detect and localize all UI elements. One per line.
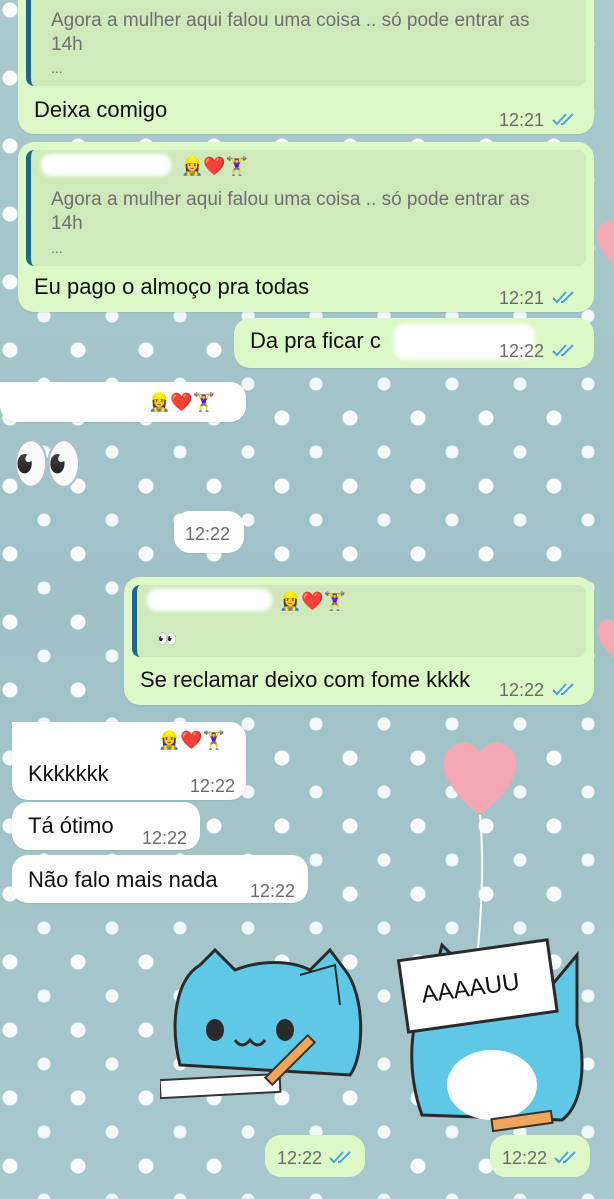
read-receipt-icon (552, 344, 574, 357)
sender-emojis: 👷‍♀️❤️🏋️‍♀️ (158, 730, 226, 750)
quoted-message[interactable]: Agora a mulher aqui falou uma coisa .. s… (26, 0, 586, 86)
outgoing-message[interactable]: 👷‍♀️❤️🏋️‍♀️ Agora a mulher aqui falou um… (18, 142, 594, 312)
read-receipt-icon (329, 1151, 351, 1164)
read-receipt-icon (552, 291, 574, 304)
quoted-text-more: ... (51, 240, 63, 256)
outgoing-message[interactable]: Da pra ficar c 12:22 (234, 318, 594, 368)
emoji-message-time: 12:22 (174, 511, 244, 553)
heart-balloon-decoration (597, 619, 614, 658)
blue-cat-sticker-holding-sign[interactable]: AAAAUU (392, 935, 592, 1135)
message-time: 12:22 (498, 341, 544, 361)
message-time: 12:22 (185, 524, 231, 544)
sticker-time: 12:22 (265, 1135, 365, 1177)
message-text: Kkkkkkk (28, 761, 109, 786)
quoted-text-line: 14h (51, 213, 83, 234)
redacted-contact-name (147, 589, 272, 611)
message-time: 12:22 (250, 881, 296, 901)
quoted-text-line: Agora a mulher aqui falou uma coisa .. s… (51, 10, 530, 31)
quoted-author-emojis: 👷‍♀️❤️🏋️‍♀️ (181, 156, 249, 176)
eyes-emoji-message[interactable]: 👀 (10, 428, 85, 499)
read-receipt-icon (552, 113, 574, 126)
incoming-message[interactable]: 👷‍♀️❤️🏋️‍♀️ Kkkkkkk 12:22 (12, 722, 246, 800)
message-text: Tá ótimo (28, 813, 114, 838)
message-time: 12:21 (498, 110, 544, 130)
redacted-contact-name (18, 730, 158, 752)
sticker-time: 12:22 (490, 1135, 590, 1177)
message-time: 12:21 (498, 288, 544, 308)
message-time: 12:22 (142, 828, 188, 848)
quoted-text-more: ... (51, 60, 63, 76)
heart-balloon-decoration (443, 742, 517, 949)
message-text: Deixa comigo (34, 97, 168, 122)
quoted-message[interactable]: 👷‍♀️❤️🏋️‍♀️ Agora a mulher aqui falou um… (26, 150, 586, 266)
message-text: Se reclamar deixo com fome kkkk (140, 667, 471, 692)
read-receipt-icon (554, 1151, 576, 1164)
read-receipt-icon (552, 683, 574, 696)
message-time: 12:22 (498, 680, 544, 700)
message-time: 12:22 (190, 776, 236, 796)
outgoing-message[interactable]: 👷‍♀️❤️🏋️‍♀️ 👀 Se reclamar deixo com fome… (124, 577, 594, 705)
message-time: 12:22 (277, 1148, 323, 1168)
message-text: Da pra ficar c (250, 328, 381, 353)
message-text: Não falo mais nada (28, 867, 218, 892)
incoming-message[interactable]: Tá ótimo 12:22 (12, 802, 200, 850)
quoted-text-emoji: 👀 (157, 631, 177, 648)
quoted-text-line: Agora a mulher aqui falou uma coisa .. s… (51, 189, 530, 210)
incoming-message[interactable]: Não falo mais nada 12:22 (12, 855, 308, 903)
quoted-author-emojis: 👷‍♀️❤️🏋️‍♀️ (279, 591, 347, 611)
sender-emojis: 👷‍♀️❤️🏋️‍♀️ (148, 392, 216, 412)
incoming-message[interactable]: 👷‍♀️❤️🏋️‍♀️ (0, 382, 246, 422)
message-text: Eu pago o almoço pra todas (34, 274, 310, 299)
blue-cat-sticker-writing[interactable] (160, 945, 370, 1105)
outgoing-message[interactable]: Agora a mulher aqui falou uma coisa .. s… (18, 0, 594, 134)
quoted-text-line: 14h (51, 34, 83, 55)
message-time: 12:22 (502, 1148, 548, 1168)
quoted-message[interactable]: 👷‍♀️❤️🏋️‍♀️ 👀 (132, 585, 586, 657)
redacted-contact-name (41, 154, 171, 176)
redacted-contact-name (10, 390, 140, 412)
